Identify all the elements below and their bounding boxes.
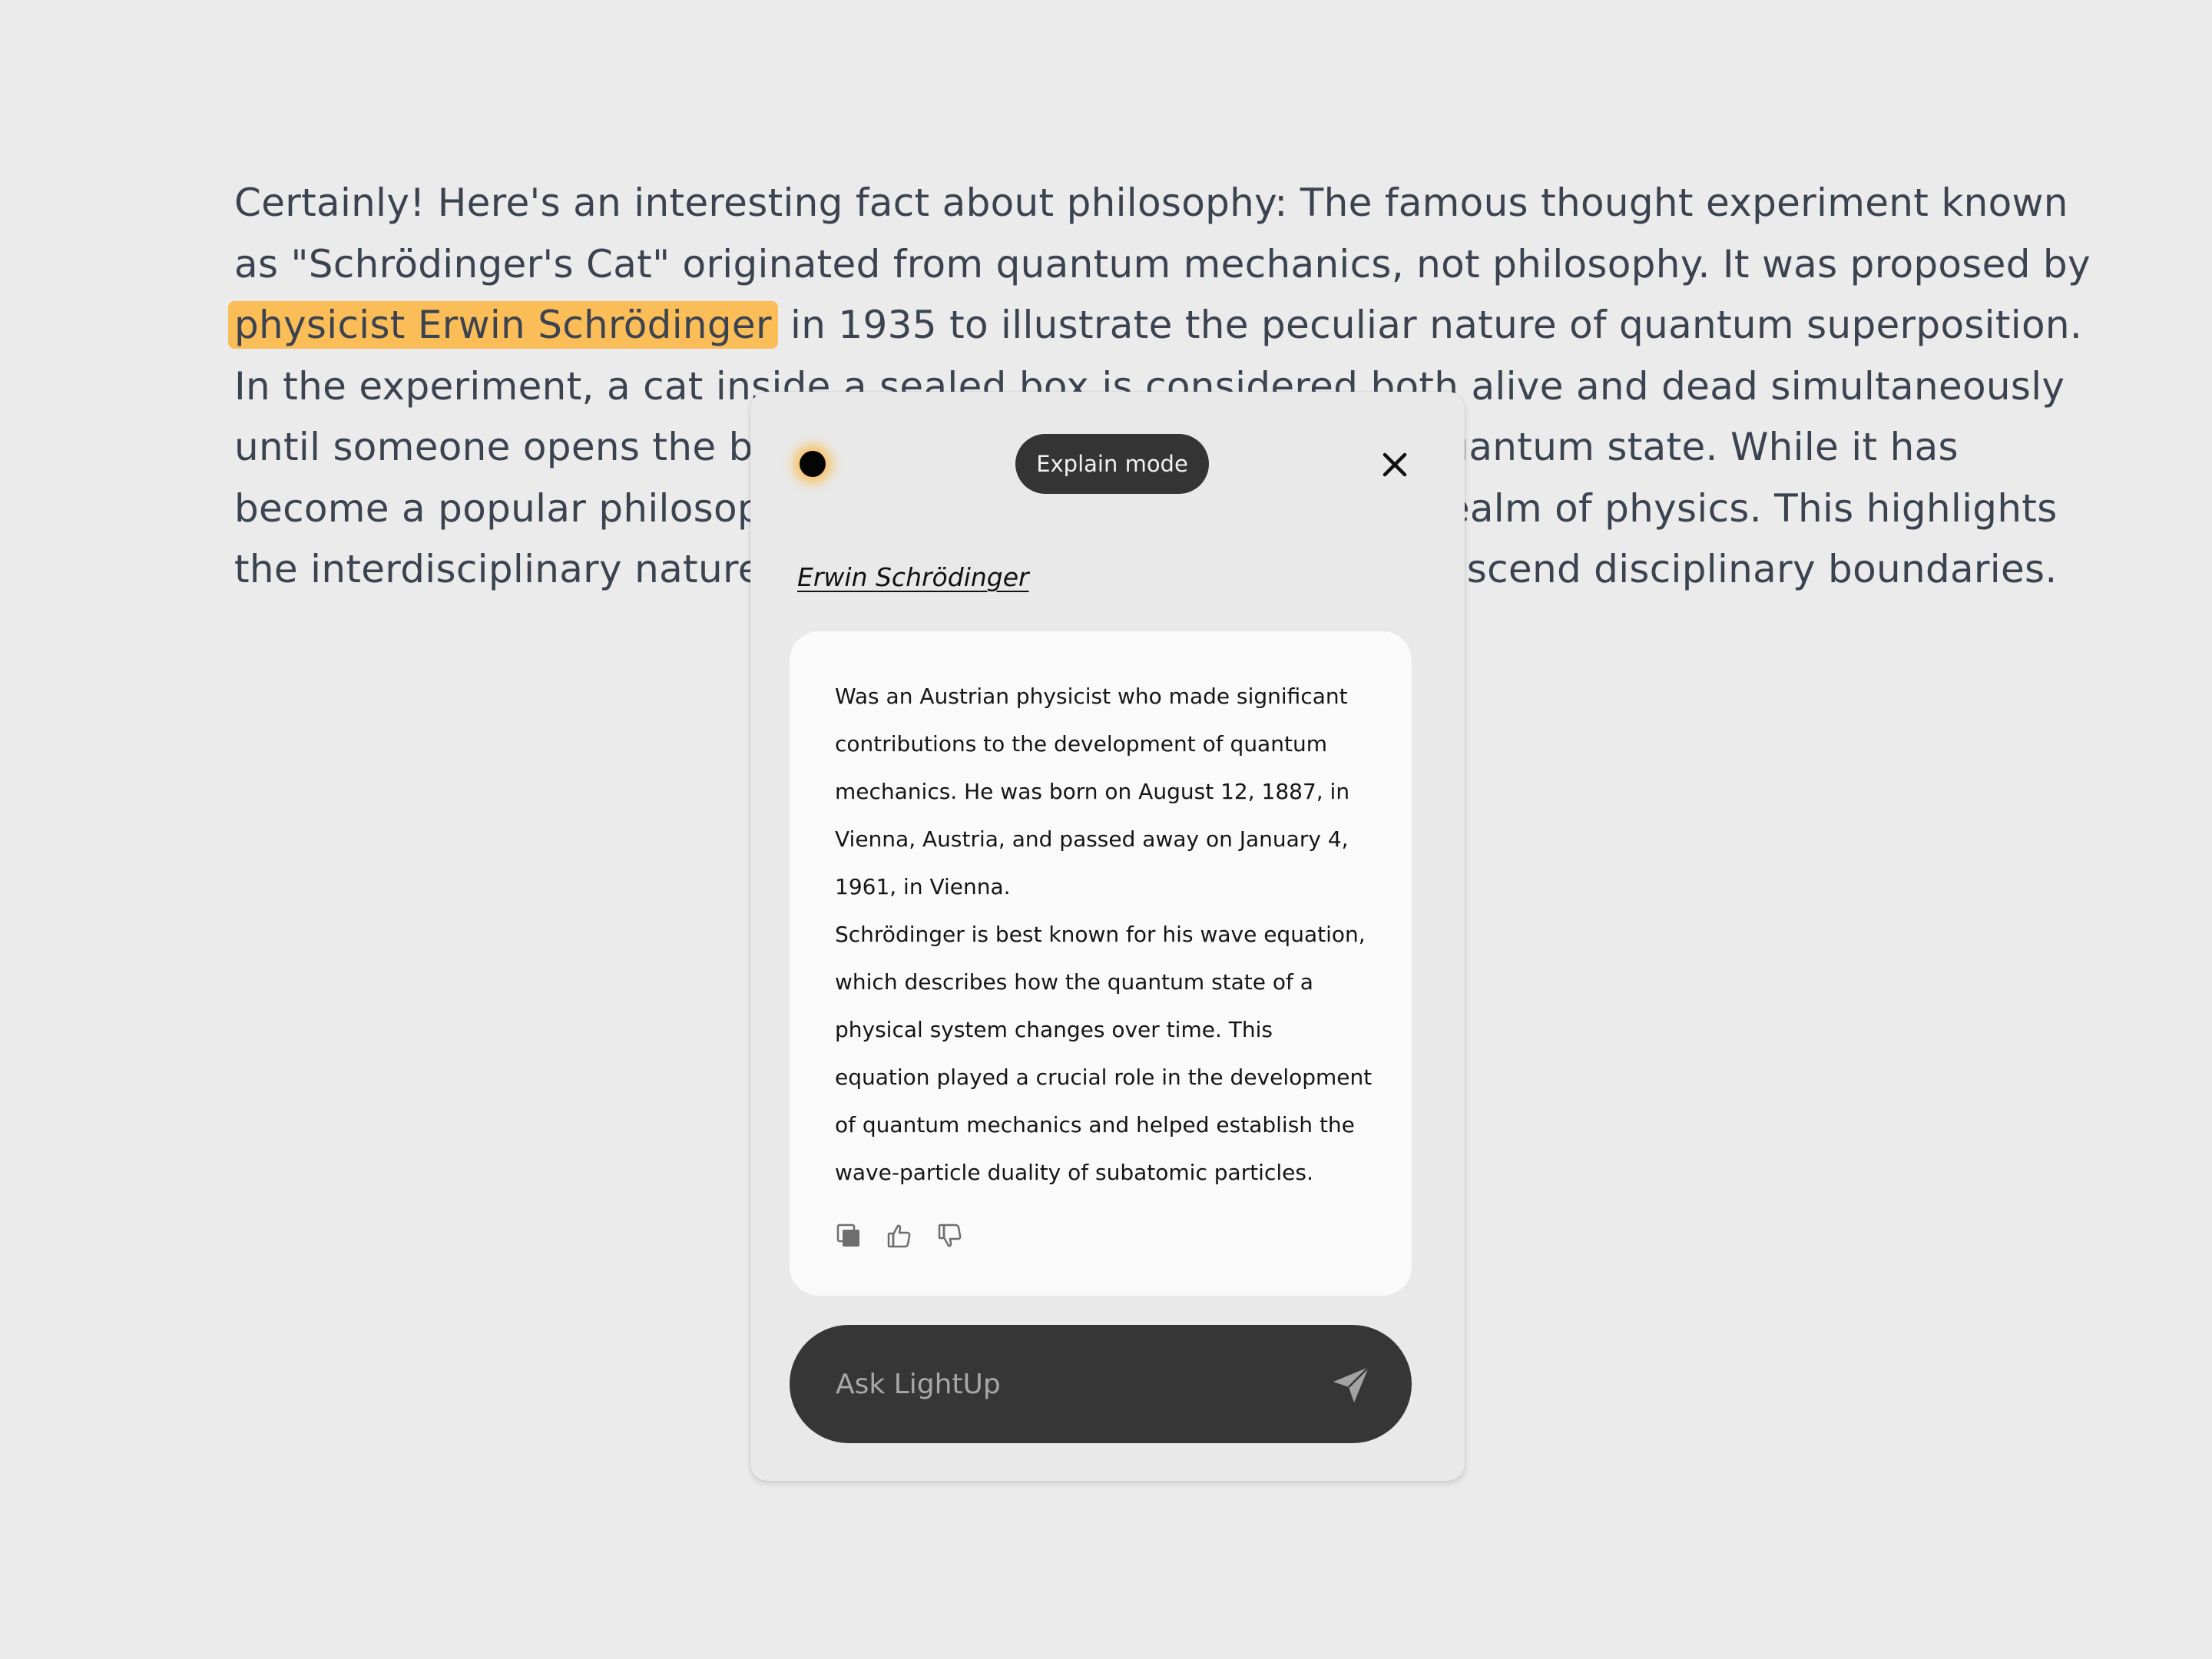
explanation-line: Schrödinger is best known for his wave e… (835, 922, 1366, 947)
explanation-text: Was an Austrian physicist who made signi… (835, 673, 1388, 1197)
explanation-line: contributions to the development of quan… (835, 731, 1327, 757)
explanation-line: of quantum mechanics and helped establis… (835, 1112, 1355, 1137)
article-line: physicist Erwin Schrödinger in 1935 to i… (228, 295, 2082, 356)
copy-icon[interactable] (834, 1221, 863, 1250)
explanation-line: Was an Austrian physicist who made signi… (835, 684, 1348, 709)
send-icon[interactable] (1331, 1365, 1371, 1405)
article-line-rest: in 1935 to illustrate the peculiar natur… (777, 303, 2083, 347)
explain-mode-toggle[interactable]: Explain mode (1015, 434, 1209, 494)
close-icon[interactable] (1382, 452, 1408, 478)
explanation-line: 1961, in Vienna. (835, 874, 1011, 899)
card-actions (834, 1221, 965, 1250)
explanation-line: equation played a crucial role in the de… (835, 1065, 1373, 1090)
explanation-line: mechanics. He was born on August 12, 188… (835, 779, 1350, 804)
explanation-line: Vienna, Austria, and passed away on Janu… (835, 826, 1349, 852)
article-line: Certainly! Here's an interesting fact ab… (234, 180, 2068, 225)
explanation-line: physical system changes over time. This (835, 1017, 1273, 1042)
highlighted-selection[interactable]: physicist Erwin Schrödinger (228, 301, 778, 349)
ask-bar (790, 1325, 1412, 1443)
article-line: as "Schrödinger's Cat" originated from q… (234, 241, 2091, 286)
ask-input[interactable] (836, 1356, 1296, 1412)
thumbs-down-icon[interactable] (935, 1221, 965, 1250)
status-dot-icon (800, 451, 826, 477)
explanation-line: wave-particle duality of subatomic parti… (835, 1160, 1313, 1185)
thumbs-up-icon[interactable] (885, 1221, 914, 1250)
explanation-card: Was an Austrian physicist who made signi… (790, 631, 1412, 1296)
explanation-line: which describes how the quantum state of… (835, 969, 1313, 995)
explained-term-link[interactable]: Erwin Schrödinger (797, 562, 1029, 592)
explain-popup: Explain mode Erwin Schrödinger Was an Au… (750, 392, 1465, 1481)
